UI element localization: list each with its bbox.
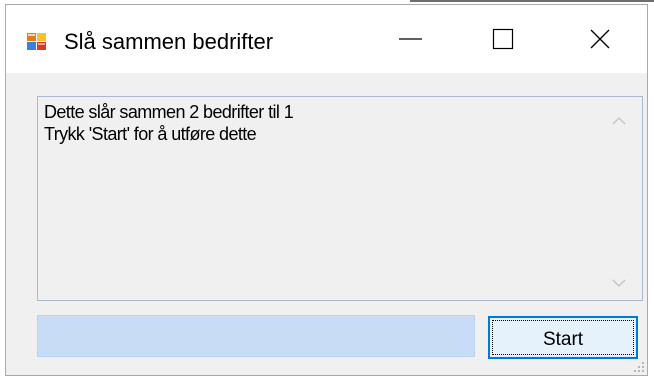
document-rule [410,0,654,2]
dialog-window: Slå sammen bedrifter Dette slår sammen 2… [5,4,648,376]
application-icon [27,33,46,50]
scroll-down-arrow-icon[interactable] [610,274,628,292]
start-button[interactable]: Start [488,316,638,359]
window-title: Slå sammen bedrifter [64,29,274,54]
minimize-button[interactable] [365,5,457,73]
maximize-icon [492,28,514,50]
title-bar[interactable]: Slå sammen bedrifter [6,5,647,73]
close-button[interactable] [554,5,646,73]
message-text: Dette slår sammen 2 bedrifter til 1 Tryk… [44,101,294,145]
message-line: Dette slår sammen 2 bedrifter til 1 [44,102,294,122]
minimize-icon [399,38,422,40]
progress-bar [37,315,475,357]
start-button-label: Start [542,328,584,350]
maximize-button[interactable] [457,5,549,73]
message-textbox[interactable]: Dette slår sammen 2 bedrifter til 1 Tryk… [37,96,643,301]
scroll-up-arrow-icon[interactable] [610,112,628,130]
close-icon [590,29,610,49]
resize-grip-icon[interactable] [632,360,646,374]
message-line: Trykk 'Start' for å utføre dette [44,124,257,144]
